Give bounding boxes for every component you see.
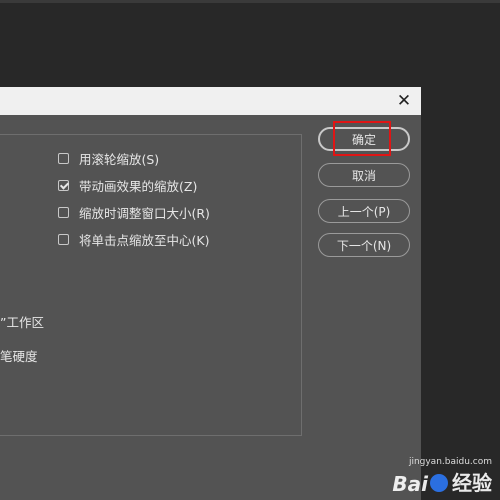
cancel-button[interactable]: 取消 [318, 163, 410, 187]
dialog-titlebar: ✕ [0, 87, 421, 115]
checkbox[interactable] [58, 152, 69, 164]
workspace-label-fragment: ”工作区 [0, 315, 44, 330]
baidu-watermark: jingyan.baidu.com Bai 经验 [392, 457, 492, 496]
watermark-url: jingyan.baidu.com [408, 457, 492, 467]
watermark-text: 经验 [452, 471, 492, 495]
ok-button[interactable]: 确定 [318, 127, 410, 151]
checkbox-resize-window[interactable]: 缩放时调整窗口大小(R) [58, 202, 210, 222]
checkbox-scroll-zoom[interactable]: 用滚轮缩放(S) [58, 148, 159, 168]
paw-icon [430, 474, 448, 492]
checkbox-checked[interactable] [58, 179, 69, 191]
baidu-logo: Bai [392, 472, 428, 496]
checkbox-zoom-to-click[interactable]: 将单击点缩放至中心(K) [58, 229, 209, 249]
app-top-edge [0, 0, 500, 3]
checkbox[interactable] [58, 233, 69, 245]
close-icon[interactable]: ✕ [393, 90, 415, 112]
checkbox-label: 用滚轮缩放(S) [79, 151, 160, 167]
checkbox-label: 缩放时调整窗口大小(R) [79, 205, 210, 221]
checkbox-label: 带动画效果的缩放(Z) [79, 178, 198, 194]
brush-hardness-label-fragment: 笔硬度 [0, 349, 38, 364]
prev-button[interactable]: 上一个(P) [318, 199, 410, 223]
checkbox-label: 将单击点缩放至中心(K) [79, 232, 210, 248]
checkbox-animated-zoom[interactable]: 带动画效果的缩放(Z) [58, 175, 197, 195]
checkbox[interactable] [58, 206, 69, 218]
next-button[interactable]: 下一个(N) [318, 233, 410, 257]
